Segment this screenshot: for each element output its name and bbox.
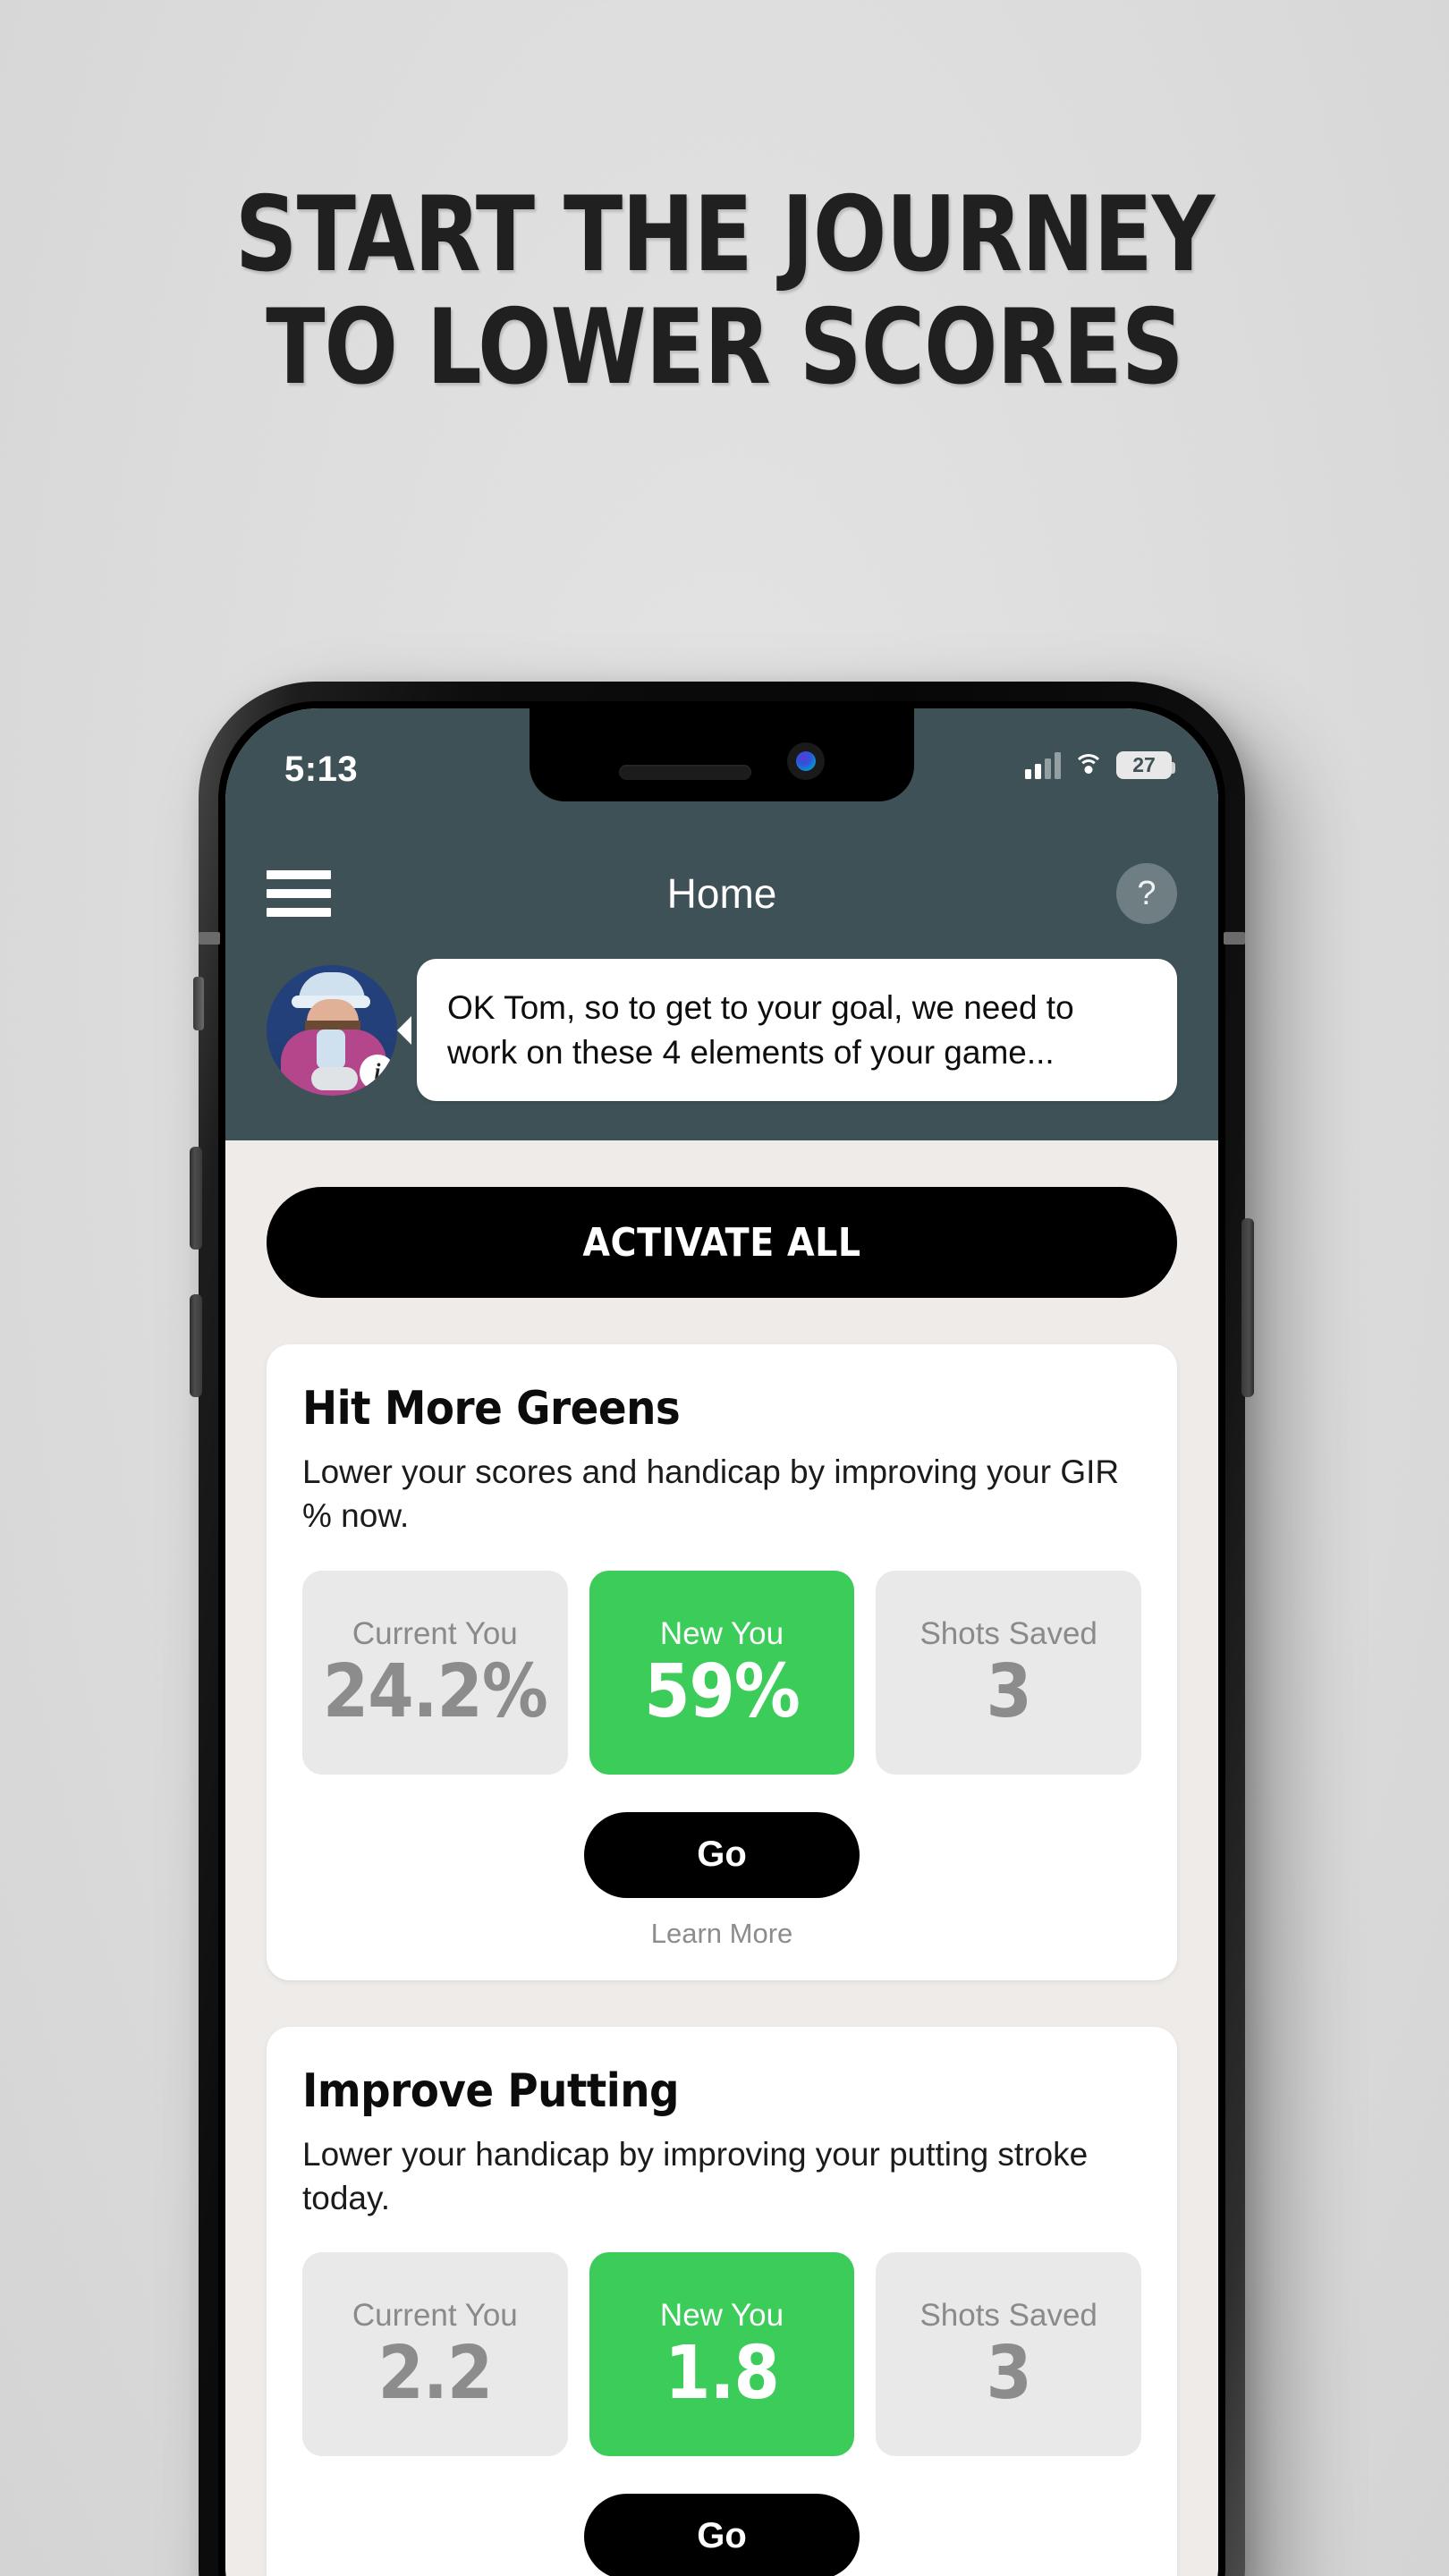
- notch: [530, 708, 914, 801]
- info-badge-icon[interactable]: i: [360, 1054, 395, 1090]
- battery-icon: 27: [1116, 751, 1175, 779]
- phone-mockup: 5:13 27 Home ? i OK Tom, so to get to yo…: [190, 682, 1254, 2576]
- page-title: Home: [666, 870, 777, 917]
- antenna-band-right: [1224, 932, 1245, 945]
- stat-tile-current-you: Current You 2.2: [302, 2251, 568, 2456]
- front-camera-icon: [787, 742, 825, 780]
- stat-tile-current-you: Current You 24.2%: [302, 1570, 568, 1775]
- coach-message-text: OK Tom, so to get to your goal, we need …: [447, 989, 1074, 1071]
- stat-tiles: Current You 2.2 New You 1.8 Shots Saved …: [302, 2251, 1142, 2456]
- card-actions: Go Learn More: [302, 1811, 1141, 1950]
- phone-screen: 5:13 27 Home ? i OK Tom, so to get to yo…: [225, 708, 1218, 2576]
- activate-all-button[interactable]: ACTIVATE ALL: [267, 1187, 1177, 1299]
- stat-label: Current You: [352, 1615, 518, 1651]
- card-title: Hit More Greens: [302, 1382, 681, 1436]
- stat-value: 1.8: [665, 2330, 780, 2416]
- card-actions: Go Learn More: [302, 2493, 1141, 2576]
- status-time: 5:13: [284, 750, 359, 789]
- app-navbar: Home ?: [225, 841, 1218, 946]
- phone-bezel: 5:13 27 Home ? i OK Tom, so to get to yo…: [218, 701, 1225, 2576]
- coach-message-bar: i OK Tom, so to get to your goal, we nee…: [225, 946, 1218, 1141]
- wifi-icon: [1073, 753, 1104, 777]
- card-subtitle: Lower your handicap by improving your pu…: [302, 2135, 1089, 2216]
- stat-label: Current You: [352, 2297, 518, 2333]
- stat-tile-new-you: New You 59%: [589, 1570, 855, 1775]
- silent-switch[interactable]: [193, 977, 204, 1030]
- go-button[interactable]: Go: [584, 2493, 860, 2576]
- coach-speech-bubble: OK Tom, so to get to your goal, we need …: [417, 959, 1177, 1102]
- stat-value: 2.2: [377, 2330, 493, 2416]
- stat-label: Shots Saved: [919, 2297, 1097, 2333]
- stat-tiles: Current You 24.2% New You 59% Shots Save…: [302, 1570, 1142, 1775]
- earpiece-speaker-icon: [619, 765, 751, 780]
- card-improve-putting[interactable]: Improve Putting Lower your handicap by i…: [267, 2026, 1177, 2576]
- hamburger-menu-icon[interactable]: [267, 870, 331, 917]
- avatar-glove: [311, 1066, 358, 1090]
- stat-value: 24.2%: [322, 1648, 548, 1734]
- headline-line-1: START THE JOURNEY: [234, 174, 1215, 295]
- volume-up-button[interactable]: [190, 1147, 202, 1250]
- stat-tile-shots-saved: Shots Saved 3: [876, 2251, 1142, 2456]
- power-button[interactable]: [1241, 1218, 1254, 1397]
- card-hit-more-greens[interactable]: Hit More Greens Lower your scores and ha…: [267, 1344, 1177, 1980]
- card-title: Improve Putting: [302, 2063, 680, 2118]
- stat-label: Shots Saved: [919, 1615, 1097, 1651]
- avatar-shirt: [317, 1029, 345, 1069]
- card-subtitle: Lower your scores and handicap by improv…: [302, 1453, 1120, 1535]
- status-indicators: 27: [1025, 751, 1175, 779]
- stat-tile-shots-saved: Shots Saved 3: [876, 1570, 1142, 1775]
- stat-value: 3: [986, 2330, 1032, 2416]
- stat-label: New You: [659, 1615, 784, 1651]
- status-bar: 5:13 27: [225, 708, 1218, 841]
- learn-more-link[interactable]: Learn More: [651, 1918, 793, 1950]
- poster-headline: START THE JOURNEY TO LOWER SCORES: [0, 174, 1449, 409]
- stat-value: 59%: [644, 1648, 801, 1734]
- coach-avatar[interactable]: i: [267, 964, 397, 1096]
- stat-label: New You: [659, 2297, 784, 2333]
- app-content: ACTIVATE ALL Hit More Greens Lower your …: [225, 1140, 1218, 2576]
- headline-line-2: TO LOWER SCORES: [266, 287, 1183, 409]
- stat-value: 3: [986, 1648, 1032, 1734]
- antenna-band-left: [199, 932, 220, 945]
- help-button[interactable]: ?: [1116, 863, 1177, 924]
- battery-percent: 27: [1132, 753, 1156, 776]
- go-button[interactable]: Go: [584, 1811, 860, 1898]
- stat-tile-new-you: New You 1.8: [589, 2251, 855, 2456]
- volume-down-button[interactable]: [190, 1294, 202, 1397]
- cellular-signal-icon: [1025, 751, 1061, 779]
